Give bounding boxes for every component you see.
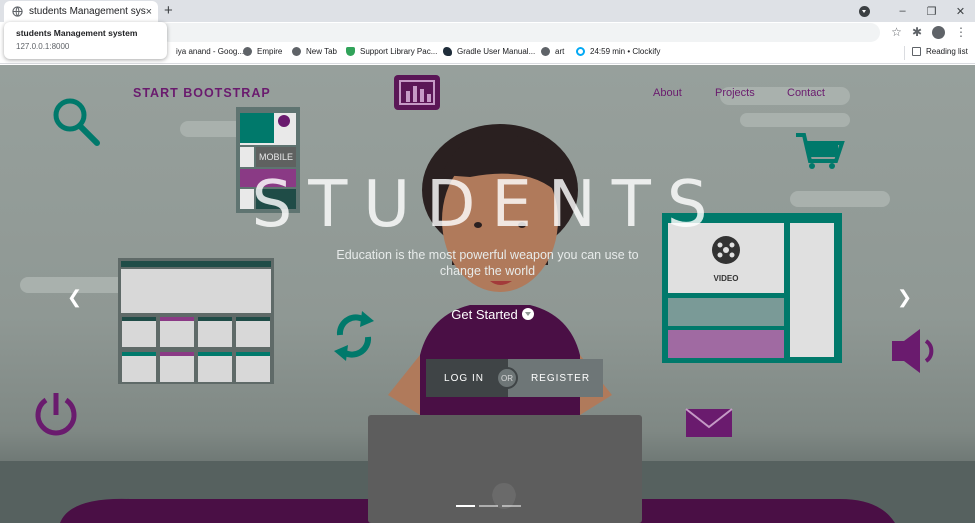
carousel-indicator[interactable] bbox=[502, 505, 521, 507]
profile-avatar[interactable] bbox=[932, 25, 945, 39]
carousel-indicator[interactable] bbox=[479, 505, 498, 507]
tab-hovercard: students Management system 127.0.0.1:800… bbox=[4, 22, 167, 59]
bookmark-item[interactable]: New Tab bbox=[292, 47, 337, 56]
carousel-prev-icon[interactable]: ❮ bbox=[67, 287, 82, 308]
reading-list-icon bbox=[912, 47, 921, 56]
or-divider-badge: OR bbox=[496, 367, 518, 389]
tab-strip: students Management system × + – ❐ ✕ bbox=[0, 0, 975, 22]
globe-icon bbox=[243, 47, 252, 56]
arrow-down-circle-icon bbox=[521, 308, 534, 320]
bookmark-label: Empire bbox=[257, 47, 283, 56]
reading-list-button[interactable]: Reading list bbox=[912, 47, 968, 56]
nav-link-about[interactable]: About bbox=[653, 87, 682, 99]
address-bar[interactable] bbox=[160, 23, 880, 42]
hero-illustration: MOBILE VIDEO bbox=[0, 75, 975, 523]
get-started-label: Get Started bbox=[451, 307, 518, 322]
tab-title: students Management system bbox=[29, 6, 146, 17]
video-label: VIDEO bbox=[714, 274, 739, 283]
carousel-indicators bbox=[456, 505, 521, 507]
bookmark-item[interactable]: Support Library Pac... bbox=[346, 47, 437, 56]
nav-link-contact[interactable]: Contact bbox=[787, 87, 825, 99]
bookmark-item[interactable]: Gradle User Manual... bbox=[443, 47, 535, 56]
bookmark-label: 24:59 min • Clockify bbox=[590, 47, 661, 56]
extensions-icon[interactable]: ✱ bbox=[912, 25, 922, 39]
restore-button[interactable]: ❐ bbox=[917, 5, 946, 18]
hero-subtitle: Education is the most powerful weapon yo… bbox=[336, 248, 639, 278]
bookmark-label: New Tab bbox=[306, 47, 337, 56]
bookmark-label: iya anand - Goog... bbox=[176, 47, 245, 56]
bookmark-label: art bbox=[555, 47, 565, 56]
bookmark-label: Support Library Pac... bbox=[360, 47, 438, 56]
reading-list-label: Reading list bbox=[926, 47, 968, 56]
hovercard-title: students Management system bbox=[16, 28, 138, 38]
globe-icon bbox=[541, 47, 550, 56]
window-controls: – ❐ ✕ bbox=[859, 0, 975, 22]
mobile-label: MOBILE bbox=[259, 152, 293, 162]
get-started-link[interactable]: Get Started bbox=[0, 307, 975, 322]
hovercard-url: 127.0.0.1:8000 bbox=[16, 42, 70, 51]
carousel-next-icon[interactable]: ❯ bbox=[897, 287, 912, 308]
carousel-indicator[interactable] bbox=[456, 505, 475, 507]
register-button[interactable]: REGISTER bbox=[508, 359, 603, 397]
bookmark-label: Gradle User Manual... bbox=[457, 47, 536, 56]
browser-menu-icon[interactable]: ⋮ bbox=[955, 25, 967, 39]
close-window-button[interactable]: ✕ bbox=[946, 5, 975, 18]
hero-title: STUDENTS bbox=[251, 168, 724, 242]
bookmark-item[interactable]: 24:59 min • Clockify bbox=[576, 47, 660, 56]
nav-link-projects[interactable]: Projects bbox=[715, 87, 755, 99]
android-icon bbox=[346, 47, 355, 56]
globe-icon bbox=[292, 47, 301, 56]
tab-close-icon[interactable]: × bbox=[146, 6, 152, 18]
bookmark-item[interactable]: Empire bbox=[243, 47, 282, 56]
bookmark-item[interactable]: iya anand - Goog... bbox=[176, 47, 244, 56]
auth-button-group: LOG IN REGISTER OR bbox=[426, 359, 603, 397]
clockify-icon bbox=[576, 47, 585, 56]
minimize-button[interactable]: – bbox=[888, 5, 917, 17]
gradle-icon bbox=[443, 47, 452, 56]
bookmark-item[interactable]: art bbox=[541, 47, 564, 56]
bookmark-star-icon[interactable]: ☆ bbox=[891, 25, 902, 39]
brand-logo[interactable]: START BOOTSTRAP bbox=[133, 86, 271, 100]
globe-icon bbox=[12, 6, 23, 17]
browser-tab[interactable]: students Management system × bbox=[4, 1, 158, 22]
tab-search-icon[interactable] bbox=[859, 5, 870, 17]
new-tab-button[interactable]: + bbox=[164, 2, 173, 19]
hero-section: MOBILE VIDEO START BOOTSTRAP About Proje… bbox=[0, 65, 975, 523]
bookmarks-divider bbox=[904, 46, 905, 60]
